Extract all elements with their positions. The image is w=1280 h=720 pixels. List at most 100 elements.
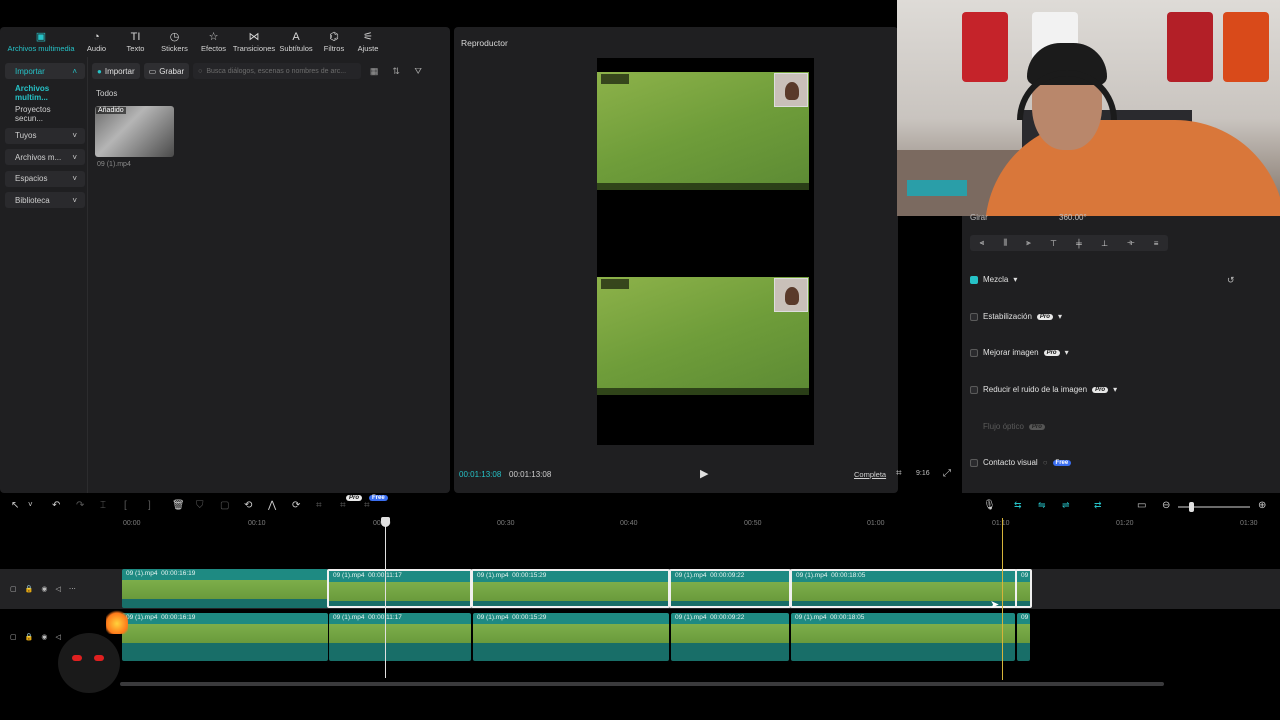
crop-icon[interactable]: ⌗ bbox=[316, 500, 322, 511]
nav-media-files[interactable]: Archivos multim... bbox=[5, 84, 85, 102]
tab-all[interactable]: Todos bbox=[96, 89, 117, 98]
rotate-icon[interactable]: ⟳ bbox=[292, 500, 300, 511]
zoom-slider-handle[interactable] bbox=[1189, 502, 1194, 512]
linkage-icon[interactable]: ⇌ bbox=[1062, 500, 1070, 511]
lock-icon[interactable]: 🔒 bbox=[25, 585, 34, 593]
lock-icon[interactable]: 🔒 bbox=[25, 633, 34, 641]
nav-secondary-projects[interactable]: Proyectos secun... bbox=[5, 105, 85, 123]
timeline-clip[interactable]: 09 (1).mp4 00:00:16:19 bbox=[122, 613, 328, 661]
main-track-magnet-icon[interactable]: ⇆ bbox=[1014, 500, 1022, 511]
nav-media-archive[interactable]: Archivos m... ˅ bbox=[5, 149, 85, 165]
timeline-clip[interactable]: 09 (1).mp4 00:00:15:29 bbox=[471, 569, 670, 608]
redo-icon[interactable]: ↷ bbox=[76, 500, 84, 511]
time-ruler[interactable] bbox=[0, 517, 1280, 531]
zoom-out-icon[interactable]: ⊖ bbox=[1162, 500, 1170, 511]
track-cover-icon[interactable]: ▢ bbox=[10, 633, 17, 641]
tab-stickers[interactable]: ◷ Stickers bbox=[155, 27, 194, 57]
timeline-clip[interactable]: 09 (1).mp4 00:00:18:05 bbox=[790, 569, 1017, 608]
timeline-clip[interactable]: 09 (1).mp4 00:00:11:17 bbox=[329, 613, 471, 661]
tab-filters[interactable]: ⌬ Filtros bbox=[317, 27, 351, 57]
reset-icon[interactable]: ↺ bbox=[1227, 275, 1235, 286]
eye-icon[interactable]: ◉ bbox=[41, 585, 47, 593]
split-right-icon[interactable]: ] bbox=[148, 500, 151, 511]
resize-icon[interactable]: ⌗ bbox=[364, 500, 370, 511]
complete-button[interactable]: Completa bbox=[854, 470, 886, 479]
timeline-scrollbar[interactable] bbox=[120, 682, 1164, 686]
caption-icon[interactable]: ▭ bbox=[1137, 500, 1146, 511]
distribute-h-icon[interactable]: ⟛ bbox=[1127, 238, 1134, 248]
grid-view-icon[interactable]: ▦ bbox=[365, 66, 383, 77]
timeline-clip[interactable]: 09 (1).mp4 00:00:15:29 bbox=[473, 613, 669, 661]
import-button[interactable]: ● Importar bbox=[92, 63, 140, 79]
track-cover-icon[interactable]: ▢ bbox=[10, 585, 17, 593]
nav-spaces[interactable]: Espacios ˅ bbox=[5, 170, 85, 187]
focus-icon[interactable]: ⌗ bbox=[896, 468, 902, 479]
media-thumbnail[interactable]: Añadido bbox=[95, 106, 174, 157]
timeline-clip[interactable]: 09 (1).mp4 00:00:18:05 bbox=[791, 613, 1015, 661]
distribute-v-icon[interactable]: ≡ bbox=[1154, 239, 1159, 248]
eye-icon[interactable]: ◉ bbox=[41, 633, 47, 641]
timeline-clip[interactable]: 09 (1).mp4 00:00:09:22 bbox=[669, 569, 791, 608]
sort-icon[interactable]: ⇅ bbox=[387, 66, 405, 77]
fullscreen-icon[interactable]: ⤢ bbox=[943, 468, 951, 479]
delete-icon[interactable]: 🗑 bbox=[172, 500, 185, 511]
filter-funnel-icon[interactable]: ⛛ bbox=[409, 66, 427, 77]
speaker-icon[interactable]: ◁ bbox=[55, 585, 60, 593]
timeline-clip[interactable]: 09 bbox=[1015, 569, 1032, 608]
checkbox-icon[interactable] bbox=[970, 312, 978, 321]
tab-transitions[interactable]: ⋈ Transiciones bbox=[233, 27, 275, 57]
tab-media[interactable]: ▣ Archivos multimedia bbox=[5, 27, 77, 57]
align-bottom-icon[interactable]: ⊥ bbox=[1101, 239, 1108, 248]
rotate-input[interactable]: 360.00° bbox=[1059, 213, 1087, 222]
tab-audio[interactable]: ◔ Audio bbox=[77, 27, 116, 57]
timeline-clip[interactable]: 09 (1).mp4 00:00:16:19 bbox=[122, 569, 328, 608]
search-input[interactable]: ○ Busca diálogos, escenas o nombres de ar… bbox=[193, 63, 362, 79]
video-canvas[interactable] bbox=[597, 58, 814, 445]
speaker-icon[interactable]: ◁ bbox=[55, 633, 60, 641]
tab-text[interactable]: TI Texto bbox=[116, 27, 155, 57]
more-icon[interactable]: ⋯ bbox=[69, 585, 76, 593]
nav-import[interactable]: Importar ˄ bbox=[5, 63, 85, 79]
timeline-clip[interactable]: 09 bbox=[1017, 613, 1030, 661]
align-left-icon[interactable]: ⫷ bbox=[980, 238, 985, 248]
tab-subtitles[interactable]: A Subtítulos bbox=[275, 27, 317, 57]
play-button[interactable]: ▶ bbox=[700, 467, 708, 480]
microphone-icon[interactable]: 🎙 bbox=[983, 500, 996, 511]
tab-effects[interactable]: ☆ Efectos bbox=[194, 27, 233, 57]
stabilization-option[interactable]: Estabilización Pro ▾ bbox=[970, 312, 1062, 321]
eye-contact-option[interactable]: Contacto visual ○ Free bbox=[970, 458, 1072, 467]
reverse-icon[interactable]: ⟲ bbox=[244, 500, 252, 511]
align-center-icon[interactable]: ⫼ bbox=[1003, 238, 1007, 248]
mirror-icon[interactable]: ⋀ bbox=[268, 500, 276, 511]
align-top-icon[interactable]: ⊤ bbox=[1050, 239, 1057, 248]
align-right-icon[interactable]: ⫸ bbox=[1026, 238, 1031, 248]
timeline-clip[interactable]: 09 (1).mp4 00:00:09:22 bbox=[671, 613, 789, 661]
tab-adjust[interactable]: ⚟ Ajuste bbox=[351, 27, 385, 57]
playhead[interactable] bbox=[385, 518, 386, 678]
enhance-option[interactable]: Mejorar imagen Pro ▾ bbox=[970, 348, 1069, 357]
checkbox-icon[interactable] bbox=[970, 348, 978, 357]
shield-icon[interactable]: ⛉ bbox=[196, 500, 204, 511]
ai-cut-icon[interactable]: ⌗ bbox=[340, 500, 346, 511]
record-button[interactable]: ▭ Grabar bbox=[143, 63, 190, 79]
align-middle-icon[interactable]: ╪ bbox=[1076, 239, 1082, 248]
playhead-handle[interactable] bbox=[381, 517, 390, 527]
timeline-clip[interactable]: 09 (1).mp4 00:00:11:17 bbox=[327, 569, 472, 608]
checkbox-icon[interactable] bbox=[970, 385, 978, 394]
chevron-down-icon[interactable]: ˅ bbox=[28, 500, 33, 509]
denoise-option[interactable]: Reducir el ruido de la imagen Pro ▾ bbox=[970, 385, 1117, 394]
split-left-icon[interactable]: [ bbox=[124, 500, 127, 511]
auto-snap-icon[interactable]: ⇋ bbox=[1038, 500, 1046, 511]
nav-yours[interactable]: Tuyos ˅ bbox=[5, 127, 85, 144]
ratio-button[interactable]: 9:16 bbox=[916, 470, 930, 477]
preview-axis-icon[interactable]: ⇄ bbox=[1094, 500, 1102, 511]
nav-library[interactable]: Biblioteca ˅ bbox=[5, 192, 85, 208]
checkbox-icon[interactable] bbox=[970, 275, 978, 284]
checkbox-icon[interactable] bbox=[970, 458, 978, 467]
undo-icon[interactable]: ↶ bbox=[52, 500, 60, 511]
split-icon[interactable]: ⌶ bbox=[100, 500, 106, 511]
blend-option[interactable]: Mezcla ▾ bbox=[970, 275, 1017, 284]
select-tool-icon[interactable]: ↖ bbox=[11, 500, 19, 511]
zoom-in-icon[interactable]: ⊕ bbox=[1258, 500, 1266, 511]
freeze-icon[interactable]: ▢ bbox=[220, 500, 229, 511]
